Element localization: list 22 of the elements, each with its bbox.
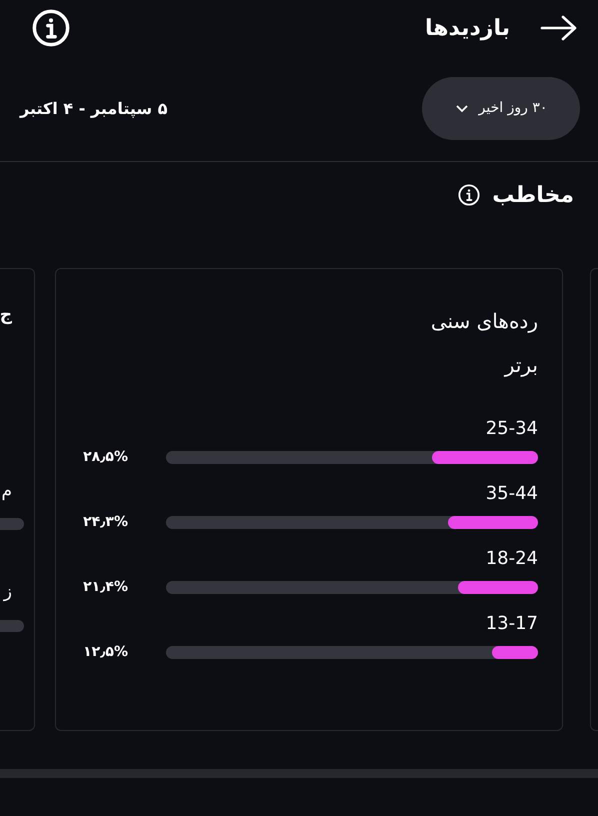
percent-value: ۲۴٫۳% bbox=[83, 513, 128, 532]
back-arrow-icon[interactable] bbox=[540, 14, 578, 42]
age-label: 25-34 bbox=[486, 417, 538, 441]
percent-value: ۲۸٫۵% bbox=[83, 448, 128, 467]
percent-value: ۲۱٫۴% bbox=[83, 578, 128, 597]
card-title: رده‌های سنی برتر bbox=[430, 308, 538, 379]
card-text: ج bbox=[0, 304, 12, 327]
caret-icon bbox=[454, 104, 469, 114]
card-text: م bbox=[1, 480, 12, 502]
info-icon[interactable] bbox=[32, 9, 70, 47]
age-label: 35-44 bbox=[486, 482, 538, 506]
age-label: 18-24 bbox=[486, 547, 538, 571]
percent-value: ۱۲٫۵% bbox=[83, 643, 128, 662]
date-range: ۵ سپتامبر - ۴ اکتبر bbox=[20, 98, 168, 120]
range-dropdown[interactable]: ۳۰ روز اخیر bbox=[422, 77, 580, 140]
progress-track bbox=[0, 518, 24, 530]
progress-track bbox=[0, 620, 24, 632]
section-title: مخاطب bbox=[492, 182, 574, 210]
info-icon[interactable] bbox=[458, 184, 480, 206]
page-title: بازدیدها bbox=[425, 14, 510, 42]
age-label: 13-17 bbox=[486, 612, 538, 636]
card-text: ز bbox=[4, 581, 12, 604]
